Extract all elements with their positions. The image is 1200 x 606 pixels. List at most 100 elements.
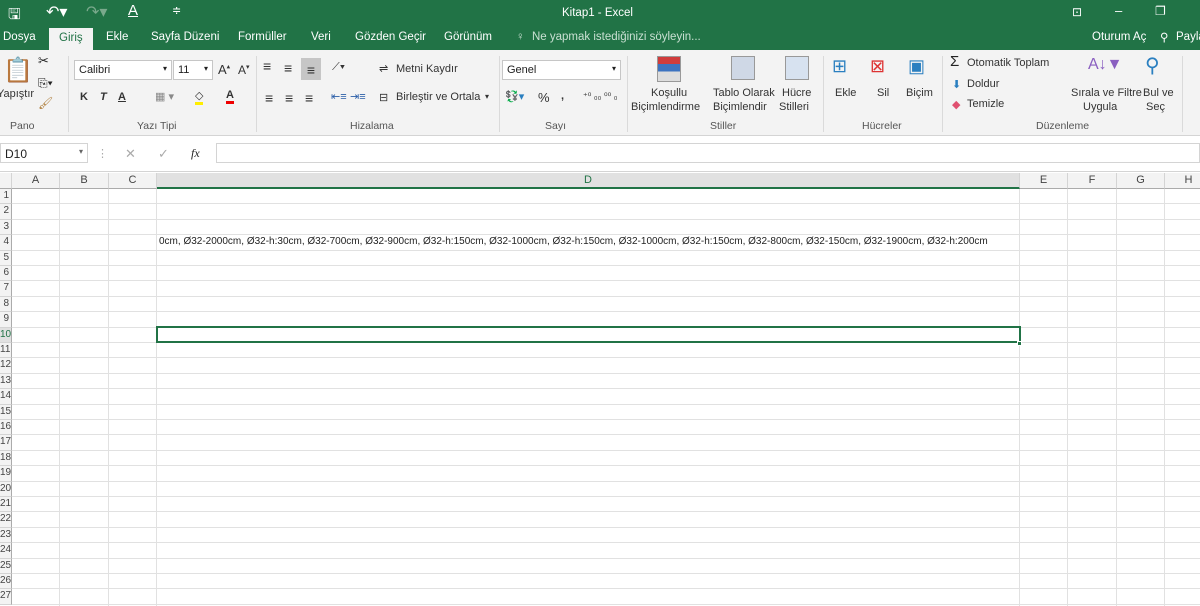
column-header-d[interactable]: D — [157, 173, 1020, 189]
row-header-24[interactable]: 24 — [0, 543, 12, 559]
currency-icon[interactable]: 💱▾ — [505, 90, 524, 103]
cell-styles-label1[interactable]: Hücre — [782, 87, 811, 99]
column-header-e[interactable]: E — [1020, 173, 1068, 189]
row-header-18[interactable]: 18 — [0, 450, 12, 467]
conditional-formatting-label2[interactable]: Biçimlendirme — [631, 101, 700, 113]
tab-dosya[interactable]: Dosya — [3, 31, 36, 43]
tell-me-search[interactable]: Ne yapmak istediğinizi söyleyin... — [532, 31, 701, 43]
tab-giris[interactable]: Giriş — [49, 28, 93, 50]
cut-icon[interactable]: ✂ — [38, 53, 49, 69]
row-header-12[interactable]: 12 — [0, 358, 12, 374]
tab-formuller[interactable]: Formüller — [238, 31, 287, 43]
align-left-icon[interactable]: ≡ — [265, 90, 273, 106]
worksheet-grid[interactable]: A B C D E F G H 1 2 3 4 5 6 7 8 9 10 11 12 13 14 15 16 17 18 19 20 2… — [0, 173, 1200, 606]
column-header-f[interactable]: F — [1068, 173, 1117, 189]
row-header-6[interactable]: 6 — [0, 266, 12, 282]
align-bottom-icon[interactable]: ≡ — [301, 58, 321, 80]
fill-color-icon[interactable]: ◇ — [195, 89, 204, 105]
align-top-icon[interactable]: ≡ — [263, 58, 271, 74]
align-right-icon[interactable]: ≡ — [305, 90, 313, 106]
row-header-10[interactable]: 10 — [0, 327, 12, 343]
row-header-9[interactable]: 9 — [0, 312, 12, 328]
tab-gorunum[interactable]: Görünüm — [444, 31, 492, 43]
comma-icon[interactable]: , — [561, 90, 564, 102]
format-painter-icon[interactable]: 🖌 — [38, 96, 53, 110]
row-header-25[interactable]: 25 — [0, 558, 12, 574]
fill-handle[interactable] — [1017, 341, 1022, 346]
orientation-icon[interactable]: ⟋▾ — [332, 61, 345, 74]
increase-decimal-icon[interactable]: ⁺⁰ ₀₀ — [583, 91, 601, 102]
customize-qat-icon[interactable]: ≑ — [172, 4, 181, 17]
row-header-3[interactable]: 3 — [0, 219, 12, 236]
row-header-5[interactable]: 5 — [0, 250, 12, 266]
tab-veri[interactable]: Veri — [311, 31, 331, 43]
share-button[interactable]: Payla — [1176, 31, 1200, 43]
font-size-select[interactable]: 11 ▾ — [173, 60, 213, 80]
insert-cells-button[interactable]: Ekle — [835, 87, 856, 99]
row-header-16[interactable]: 16 — [0, 420, 12, 436]
underline-button[interactable]: A — [118, 91, 126, 103]
merge-dropdown-icon[interactable]: ▾ — [485, 92, 489, 101]
row-header-11[interactable]: 11 — [0, 343, 12, 359]
paste-button[interactable]: Yapıştır — [0, 88, 34, 100]
conditional-formatting-label1[interactable]: Koşullu — [651, 87, 687, 99]
font-color-icon[interactable]: A — [226, 89, 234, 104]
cell-styles-label2[interactable]: Stilleri — [779, 101, 809, 113]
restore-icon[interactable]: ❐ — [1155, 4, 1166, 18]
autosum-button[interactable]: Otomatik Toplam — [967, 57, 1049, 69]
cancel-icon[interactable]: ✕ — [125, 146, 136, 162]
font-color-quick-icon[interactable]: A — [128, 2, 138, 19]
delete-cells-button[interactable]: Sil — [877, 87, 889, 99]
tab-sayfa-duzeni[interactable]: Sayfa Düzeni — [151, 31, 219, 43]
row-header-19[interactable]: 19 — [0, 466, 12, 482]
format-as-table-label1[interactable]: Tablo Olarak — [713, 87, 775, 99]
wrap-text-button[interactable]: Metni Kaydır — [396, 63, 458, 75]
bold-button[interactable]: K — [80, 91, 88, 103]
fill-button[interactable]: Doldur — [967, 78, 999, 90]
row-header-7[interactable]: 7 — [0, 281, 12, 297]
column-header-a[interactable]: A — [12, 173, 60, 189]
align-center-icon[interactable]: ≡ — [285, 90, 293, 106]
row-header-27[interactable]: 27 — [0, 589, 12, 605]
save-icon[interactable]: 🖫 — [8, 4, 21, 29]
merge-center-button[interactable]: Birleştir ve Ortala — [396, 91, 480, 103]
minimize-icon[interactable]: – — [1115, 3, 1122, 18]
clear-button[interactable]: Temizle — [967, 98, 1004, 110]
row-header-21[interactable]: 21 — [0, 497, 12, 513]
format-cells-button[interactable]: Biçim — [906, 87, 933, 99]
format-as-table-label2[interactable]: Biçimlendir — [713, 101, 767, 113]
number-format-select[interactable]: Genel ▾ — [502, 60, 621, 80]
redo-icon[interactable]: ↷▾ — [86, 2, 107, 22]
increase-indent-icon[interactable]: ⇥≡ — [350, 90, 366, 103]
formula-input[interactable] — [216, 143, 1200, 163]
find-select-label1[interactable]: Bul ve — [1143, 87, 1174, 99]
copy-icon[interactable]: ⎘▾ — [38, 76, 53, 91]
font-name-select[interactable]: Calibri ▾ — [74, 60, 172, 80]
insert-function-button[interactable]: fx — [191, 146, 200, 161]
row-header-17[interactable]: 17 — [0, 435, 12, 451]
shrink-font-icon[interactable]: A▾ — [238, 63, 250, 77]
tab-gozden-gecir[interactable]: Gözden Geçir — [355, 31, 426, 43]
ribbon-display-icon[interactable]: ⊡ — [1072, 5, 1082, 19]
select-all-corner[interactable] — [0, 173, 12, 189]
enter-icon[interactable]: ✓ — [158, 146, 169, 162]
row-header-8[interactable]: 8 — [0, 296, 12, 313]
name-box[interactable]: D10 ▾ — [0, 143, 88, 163]
selected-cell-d10[interactable] — [156, 326, 1021, 344]
borders-icon[interactable]: ▦ ▾ — [155, 90, 174, 103]
column-header-c[interactable]: C — [109, 173, 157, 189]
row-header-14[interactable]: 14 — [0, 389, 12, 405]
row-header-4[interactable]: 4 — [0, 235, 12, 251]
row-header-2[interactable]: 2 — [0, 204, 12, 220]
column-header-g[interactable]: G — [1117, 173, 1165, 189]
tab-ekle[interactable]: Ekle — [106, 31, 128, 43]
column-header-h[interactable]: H — [1165, 173, 1200, 189]
row-header-23[interactable]: 23 — [0, 527, 12, 544]
find-select-label2[interactable]: Seç — [1146, 101, 1165, 113]
row-header-13[interactable]: 13 — [0, 373, 12, 390]
paste-icon[interactable]: 📋 — [3, 56, 33, 85]
cell-d4[interactable]: 0cm, Ø32-2000cm, Ø32-h:30cm, Ø32-700cm, … — [159, 236, 988, 248]
row-header-1[interactable]: 1 — [0, 189, 12, 205]
sort-filter-label1[interactable]: Sırala ve Filtre — [1071, 87, 1142, 99]
decrease-indent-icon[interactable]: ⇤≡ — [331, 90, 347, 103]
